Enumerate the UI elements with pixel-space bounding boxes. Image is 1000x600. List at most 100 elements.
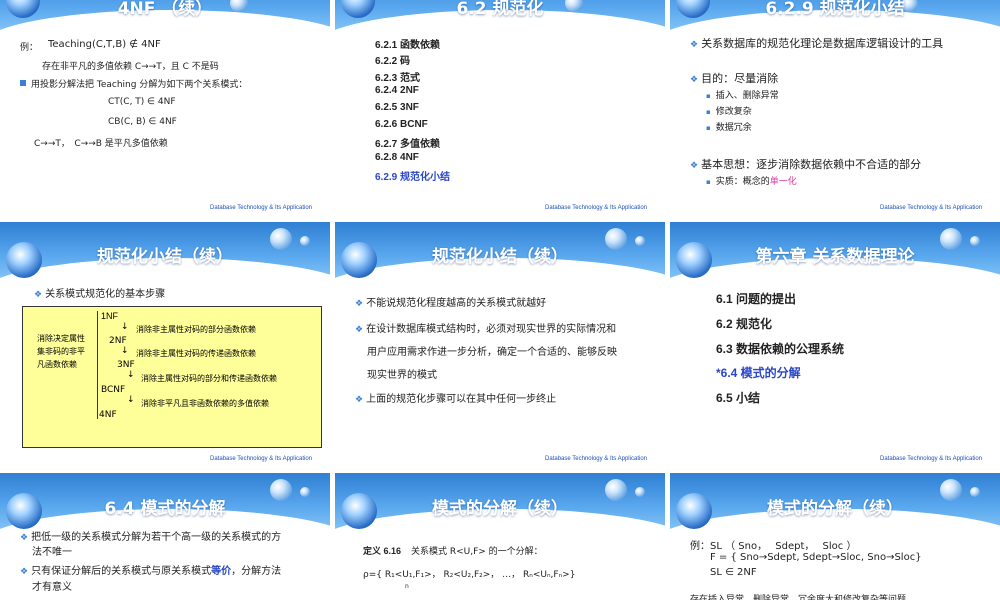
nf-label: 1NF	[101, 311, 119, 321]
bullet-item: ❖ 上面的规范化步骤可以在其中任何一步终止	[355, 394, 557, 405]
square-bullet-icon: ▪	[706, 178, 711, 186]
square-bullet-icon: ▪	[706, 124, 711, 132]
list-item: 6.1 问题的提出	[716, 292, 797, 306]
list-item: 6.3 数据依赖的公理系统	[716, 342, 845, 356]
slide-thumbnail-6-2-9[interactable]: 6.2.9 规范化小结 ❖ 关系数据库的规范化理论是数据库逻辑设计的工具 ❖ 目的：…	[670, 0, 1000, 215]
bullet-item: ❖ 基本思想：逐步消除数据依赖中不合适的部分	[690, 158, 922, 171]
square-bullet-icon: ▪	[706, 92, 711, 100]
text-line: 才有意义	[32, 582, 72, 593]
slide-title: 模式的分解（续）	[432, 499, 568, 519]
nf-label: BCNF	[101, 385, 126, 395]
slide-title: 规范化小结（续）	[432, 247, 568, 267]
bullet-item: ❖ 目的：尽量消除	[690, 72, 779, 85]
slide-footer: Database Technology & Its Application	[210, 456, 312, 462]
example-text: 例：SL （ Sno， Sdept， Sloc ）	[690, 541, 857, 552]
down-arrow-icon: ↓	[127, 370, 135, 380]
down-arrow-icon: ↓	[121, 346, 129, 356]
side-label: 集非码的非平	[37, 347, 85, 356]
slide-sorter-grid: 4NF （续） 例： Teaching(C,T,B) ∉ 4NF 存在非平凡的多…	[0, 0, 1000, 600]
nf-label: 4NF	[99, 410, 117, 420]
text-line: CT(C, T) ∈ 4NF	[108, 97, 176, 107]
slide-thumbnail-chapter-6[interactable]: 第六章 关系数据理论 6.1 问题的提出 6.2 规范化 6.3 数据依赖的公理…	[670, 222, 1000, 466]
diamond-bullet-icon: ❖	[690, 75, 699, 85]
diamond-bullet-icon: ❖	[20, 567, 29, 577]
highlight-text: 单一化	[769, 177, 797, 187]
sub-bullet-item: ▪ 实质：概念的单一化	[706, 177, 797, 187]
diamond-bullet-icon: ❖	[690, 40, 699, 50]
down-arrow-icon: ↓	[121, 322, 129, 332]
text-line: 现实世界的模式	[367, 370, 437, 381]
slide-title: 4NF （续）	[117, 0, 213, 19]
step-text: 消除非平凡且非函数依赖的多值依赖	[141, 399, 269, 408]
definition-label: 定义 6.16	[363, 546, 402, 556]
slide-title: 规范化小结（续）	[97, 247, 233, 267]
normalization-steps-box: 消除决定属性 集非码的非平 凡函数依赖 1NF ↓ 消除非主属性对码的部分函数依…	[22, 306, 322, 448]
slide-thumbnail-6-2[interactable]: 6.2 规范化 6.2.1 函数依赖 6.2.2 码 6.2.3 范式 6.2.…	[335, 0, 665, 215]
diamond-bullet-icon: ❖	[690, 161, 699, 171]
slide-thumbnail-decomposition-1[interactable]: 模式的分解（续） 定义 6.16 关系模式 R<U,F> 的一个分解： ρ={ …	[335, 473, 665, 600]
slide-thumbnail-6-4[interactable]: 6.4 模式的分解 ❖ 把低一级的关系模式分解为若干个高一级的关系模式的方 法不唯…	[0, 473, 330, 600]
definition-text: 关系模式 R<U,F> 的一个分解：	[411, 547, 543, 557]
step-text: 消除主属性对码的部分和传递函数依赖	[141, 374, 277, 383]
sub-bullet-item: ▪ 修改复杂	[706, 107, 752, 117]
slide-thumbnail-4nf-continued[interactable]: 4NF （续） 例： Teaching(C,T,B) ∉ 4NF 存在非平凡的多…	[0, 0, 330, 215]
side-label: 消除决定属性	[37, 334, 85, 343]
list-item: 6.5 小结	[716, 391, 761, 405]
bullet-item: ❖ 不能说规范化程度越高的关系模式就越好	[355, 298, 547, 309]
sub-bullet-item: ▪ 数据冗余	[706, 123, 752, 133]
bullet-item: ❖ 关系模式规范化的基本步骤	[34, 289, 166, 300]
slide-footer: Database Technology & Its Application	[545, 456, 647, 462]
slide-title: 模式的分解（续）	[767, 499, 903, 519]
list-item: 6.2.5 3NF	[375, 102, 419, 113]
list-item: 6.2.4 2NF	[375, 85, 419, 96]
step-text: 消除非主属性对码的传递函数依赖	[136, 349, 256, 358]
bullet-item: 用投影分解法把 Teaching 分解为如下两个关系模式：	[20, 77, 247, 90]
down-arrow-icon: ↓	[127, 395, 135, 405]
slide-title: 6.2.9 规范化小结	[765, 0, 905, 19]
formula: ρ={ R₁<U₁,F₁>， R₂<U₂,F₂>， …， Rₙ<Uₙ,Fₙ>}	[363, 570, 576, 580]
slide-footer: Database Technology & Its Application	[545, 205, 647, 211]
bullet-item: ❖ 在设计数据库模式结构时，必须对现实世界的实际情况和	[355, 324, 617, 335]
slide-footer: Database Technology & Its Application	[210, 205, 312, 211]
slide-thumbnail-decomposition-2[interactable]: 模式的分解（续） 例：SL （ Sno， Sdept， Sloc ） F = {…	[670, 473, 1000, 600]
normal-form-text: SL ∈ 2NF	[710, 567, 757, 578]
slide-thumbnail-normalization-summary-1[interactable]: 规范化小结（续） ❖ 关系模式规范化的基本步骤 消除决定属性 集非码的非平 凡函数…	[0, 222, 330, 466]
text-line: C→→T， C→→B 是平凡多值依赖	[34, 139, 168, 149]
text-line: 用户应用需求作进一步分析，确定一个合适的、能够反映	[367, 347, 617, 358]
list-item: 6.2 规范化	[716, 317, 773, 331]
slide-thumbnail-normalization-summary-2[interactable]: 规范化小结（续） ❖ 不能说规范化程度越高的关系模式就越好 ❖ 在设计数据库模式结构…	[335, 222, 665, 466]
example-label: 例：	[20, 43, 39, 53]
list-item-current: 6.2.9 规范化小结	[375, 172, 451, 183]
list-item-current: *6.4 模式的分解	[716, 366, 801, 380]
text-line: 法不唯一	[32, 547, 72, 558]
diamond-bullet-icon: ❖	[34, 290, 43, 300]
slide-footer: Database Technology & Its Application	[880, 205, 982, 211]
slide-title: 6.4 模式的分解	[104, 499, 226, 519]
fd-set: F = { Sno→Sdept, Sdept→Sloc, Sno→Sloc}	[710, 552, 922, 563]
slide-footer: Database Technology & Its Application	[880, 456, 982, 462]
text-line: CB(C, B) ∈ 4NF	[108, 117, 177, 127]
text-line: 存在非平凡的多值依赖 C→→T，且 C 不是码	[42, 62, 219, 72]
side-label: 凡函数依赖	[37, 360, 77, 369]
bullet-item: ❖ 只有保证分解后的关系模式与原关系模式等价，分解方法	[20, 566, 282, 577]
diamond-bullet-icon: ❖	[355, 299, 364, 309]
list-item: 6.2.1 函数依赖	[375, 40, 441, 51]
diamond-bullet-icon: ❖	[355, 325, 364, 335]
subscript-n: n	[405, 583, 409, 590]
nf-label: 2NF	[109, 336, 127, 346]
highlight-text: 等价	[211, 566, 232, 577]
list-item: 6.2.8 4NF	[375, 152, 419, 163]
slide-title: 6.2 规范化	[456, 0, 544, 19]
bullet-item: ❖ 把低一级的关系模式分解为若干个高一级的关系模式的方	[20, 532, 282, 543]
square-bullet-icon: ▪	[706, 108, 711, 116]
diamond-bullet-icon: ❖	[355, 395, 364, 405]
list-item: 6.2.3 范式	[375, 73, 421, 84]
text-line: 存在插入异常、删除异常、冗余度大和修改复杂等问题	[690, 595, 907, 600]
example-relation: Teaching(C,T,B) ∉ 4NF	[48, 39, 161, 50]
sub-bullet-item: ▪ 插入、删除异常	[706, 91, 779, 101]
slide-title: 第六章 关系数据理论	[755, 247, 915, 267]
list-item: 6.2.2 码	[375, 56, 411, 67]
bullet-item: ❖ 关系数据库的规范化理论是数据库逻辑设计的工具	[690, 37, 944, 50]
list-item: 6.2.7 多值依赖	[375, 139, 441, 150]
step-text: 消除非主属性对码的部分函数依赖	[136, 325, 256, 334]
